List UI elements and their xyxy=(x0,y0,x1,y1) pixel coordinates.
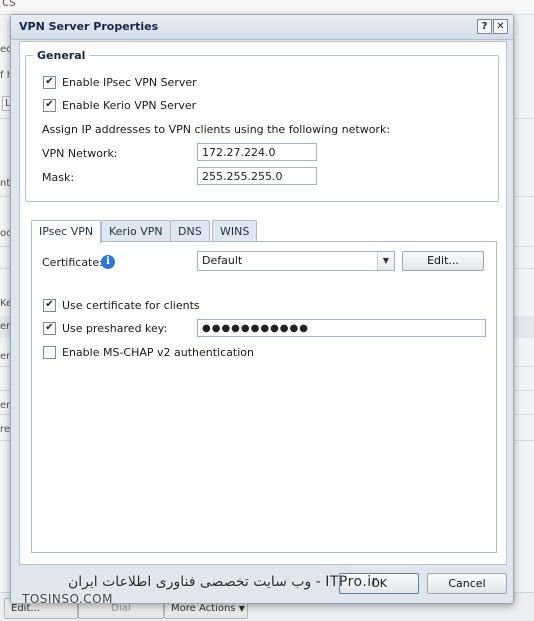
tab-ipsec-vpn[interactable]: IPsec VPN xyxy=(31,220,102,244)
certificate-edit-button[interactable]: Edit... xyxy=(402,251,484,271)
close-icon: ✕ xyxy=(496,21,505,32)
certificate-select[interactable]: Default ▼ xyxy=(197,251,395,271)
mask-label: Mask: xyxy=(42,171,75,184)
enable-kerio-label: Enable Kerio VPN Server xyxy=(62,99,197,112)
enable-ipsec-row[interactable]: Enable IPsec VPN Server xyxy=(43,76,197,89)
background-text-fragment: er xyxy=(0,321,11,332)
mschap-label: Enable MS-CHAP v2 authentication xyxy=(62,346,254,359)
certificate-select-value: Default xyxy=(202,254,243,267)
watermark-english: TOSINSO.COM xyxy=(22,592,113,606)
cancel-button[interactable]: Cancel xyxy=(427,573,507,594)
help-icon: ? xyxy=(481,21,488,32)
use-certificate-label: Use certificate for clients xyxy=(62,299,200,312)
help-button[interactable]: ? xyxy=(477,19,492,34)
assign-network-text: Assign IP addresses to VPN clients using… xyxy=(42,123,391,136)
tab-wins[interactable]: WINS xyxy=(212,220,258,243)
vpn-network-input[interactable]: 172.27.224.0 xyxy=(197,143,317,161)
mschap-row[interactable]: Enable MS-CHAP v2 authentication xyxy=(43,346,254,359)
enable-kerio-row[interactable]: Enable Kerio VPN Server xyxy=(43,99,196,112)
vpn-server-properties-dialog: VPN Server Properties ? ✕ General Enable… xyxy=(10,14,514,604)
enable-ipsec-label: Enable IPsec VPN Server xyxy=(62,76,197,89)
enable-kerio-checkbox[interactable] xyxy=(43,99,56,112)
ipsec-tab-panel xyxy=(31,241,497,553)
vpn-network-label: VPN Network: xyxy=(42,147,118,160)
background-title-bar: cs xyxy=(0,0,534,15)
chevron-down-icon[interactable]: ▼ xyxy=(377,252,394,270)
use-preshared-key-row[interactable]: Use preshared key: xyxy=(43,322,167,335)
chevron-down-icon: ▼ xyxy=(238,604,245,613)
background-title-fragment: cs xyxy=(2,0,16,10)
mschap-checkbox[interactable] xyxy=(43,346,56,359)
use-preshared-key-label: Use preshared key: xyxy=(62,322,168,335)
preshared-key-input[interactable]: ●●●●●●●●●●● xyxy=(197,319,486,337)
use-certificate-row[interactable]: Use certificate for clients xyxy=(43,299,200,312)
enable-ipsec-checkbox[interactable] xyxy=(43,76,56,89)
use-certificate-checkbox[interactable] xyxy=(43,299,56,312)
use-preshared-key-checkbox[interactable] xyxy=(43,322,56,335)
mask-input[interactable]: 255.255.255.0 xyxy=(197,167,317,185)
close-button[interactable]: ✕ xyxy=(493,19,508,34)
certificate-label: Certificate: xyxy=(42,256,103,269)
tab-kerio-vpn[interactable]: Kerio VPN xyxy=(101,220,171,243)
watermark-persian: وب سایت تخصصی فناوری اطلاعات ایران - ITP… xyxy=(68,574,378,590)
general-legend: General xyxy=(33,49,90,62)
dialog-title-bar[interactable]: VPN Server Properties ? ✕ xyxy=(11,15,513,40)
tab-dns[interactable]: DNS xyxy=(170,220,210,243)
info-icon[interactable]: i xyxy=(101,255,115,269)
more-actions-label: More Actions xyxy=(171,603,236,614)
background-text-fragment: re xyxy=(0,424,11,435)
dialog-title: VPN Server Properties xyxy=(19,20,159,33)
